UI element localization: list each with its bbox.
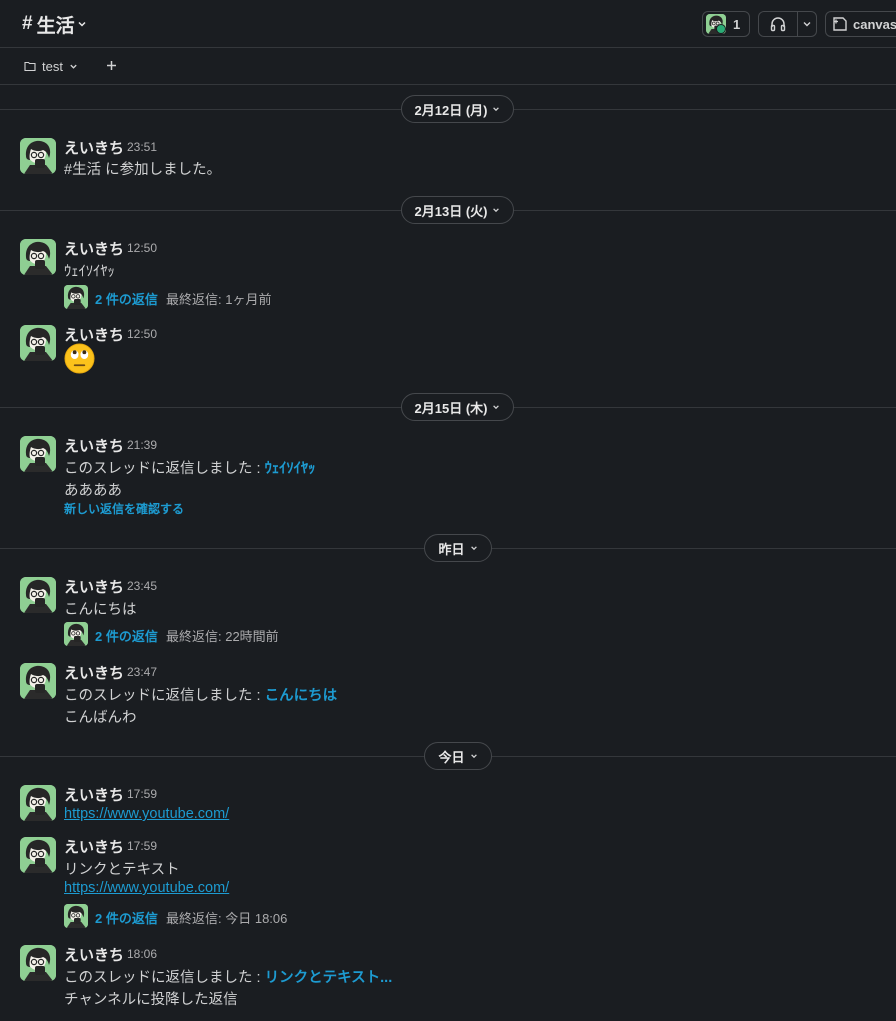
date-pill[interactable]: 今日 — [424, 742, 492, 770]
thread-reply-context: このスレッドに返信しました : リンクとテキスト... — [64, 966, 392, 987]
last-reply-time: 最終返信: 1ヶ月前 — [166, 292, 272, 307]
chevron-down-icon — [493, 107, 500, 112]
add-tab-button[interactable] — [104, 56, 118, 74]
avatar[interactable] — [20, 138, 56, 174]
thread-replies-link[interactable]: 2 件の返信 — [95, 289, 158, 308]
tab-test[interactable]: test — [24, 57, 78, 75]
chevron-down-icon — [470, 754, 477, 759]
eye-roll-emoji-icon — [64, 343, 95, 374]
avatar[interactable] — [20, 436, 56, 472]
chevron-down-icon — [470, 546, 477, 551]
reply-avatar — [64, 622, 88, 646]
date-pill[interactable]: 2月15日 (木) — [401, 393, 514, 421]
channel-title-button[interactable]: # 生活 — [22, 12, 87, 37]
sender-name[interactable]: えいきち — [64, 576, 124, 597]
timestamp[interactable]: 23:47 — [127, 665, 157, 679]
member-count: 1 — [733, 16, 741, 32]
timestamp[interactable]: 17:59 — [127, 839, 157, 853]
timestamp[interactable]: 23:51 — [127, 140, 157, 154]
channel-header: # 生活 1 canvas — [0, 0, 896, 48]
thread-reply-prefix: このスレッドに返信しました : — [64, 461, 261, 477]
channel-hash: # — [22, 13, 33, 34]
avatar[interactable] — [20, 325, 56, 361]
message-text: ああああ — [64, 483, 122, 499]
canvas-label: canvas — [853, 16, 896, 32]
message-text: こんばんわ — [64, 710, 137, 726]
last-reply-time: 最終返信: 22時間前 — [166, 629, 279, 644]
sender-name[interactable]: えいきち — [64, 944, 124, 965]
channel-name: 生活 — [36, 15, 75, 37]
avatar[interactable] — [20, 785, 56, 821]
reply-avatar — [64, 904, 88, 928]
message-text: #生活 に参加しました。 — [64, 162, 222, 178]
sender-name[interactable]: えいきち — [64, 324, 124, 345]
timestamp[interactable]: 12:50 — [127, 327, 157, 341]
tab-test-label: test — [42, 58, 63, 74]
canvas-icon — [833, 17, 847, 31]
message-text: こんにちは — [64, 602, 137, 618]
plus-icon — [106, 60, 116, 70]
sender-name[interactable]: えいきち — [64, 435, 124, 456]
reply-avatar — [64, 285, 88, 309]
timestamp[interactable]: 12:50 — [127, 241, 157, 255]
folder-icon — [24, 61, 36, 72]
parent-thread-link[interactable]: ｳｪｲｿｲﾔｯ — [265, 461, 316, 477]
parent-thread-link[interactable]: リンクとテキスト... — [265, 970, 393, 986]
sender-name[interactable]: えいきち — [64, 137, 124, 158]
avatar[interactable] — [20, 837, 56, 873]
date-pill[interactable]: 2月12日 (月) — [401, 95, 514, 123]
timestamp[interactable]: 17:59 — [127, 787, 157, 801]
huddle-options-button[interactable] — [798, 19, 816, 29]
chevron-down-icon — [493, 405, 500, 410]
sender-name[interactable]: えいきち — [64, 784, 124, 805]
date-pill[interactable]: 昨日 — [424, 534, 492, 562]
timestamp[interactable]: 23:45 — [127, 579, 157, 593]
chevron-down-icon — [78, 21, 86, 27]
thread-replies-link[interactable]: 2 件の返信 — [95, 626, 158, 645]
last-reply-time: 最終返信: 今日 18:06 — [166, 911, 288, 926]
sender-name[interactable]: えいきち — [64, 662, 124, 683]
url-link[interactable]: https://www.youtube.com/ — [64, 806, 229, 822]
member-avatar — [706, 14, 726, 34]
thread-reply-context: このスレッドに返信しました : こんにちは — [64, 684, 337, 705]
sender-name[interactable]: えいきち — [64, 836, 124, 857]
message-text: チャンネルに投降した返信 — [64, 992, 238, 1008]
thread-reply-prefix: このスレッドに返信しました : — [64, 970, 261, 986]
message-text: ｳｪｲｿｲﾔｯ — [64, 264, 115, 280]
chevron-down-icon — [803, 22, 811, 27]
avatar[interactable] — [20, 577, 56, 613]
thread-replies-link[interactable]: 2 件の返信 — [95, 908, 158, 927]
date-label: 2月12日 (月) — [414, 102, 488, 118]
huddle-button[interactable] — [758, 11, 817, 37]
headphones-button[interactable] — [759, 12, 798, 36]
timestamp[interactable]: 21:39 — [127, 438, 157, 452]
members-button[interactable]: 1 — [702, 11, 750, 37]
timestamp[interactable]: 18:06 — [127, 947, 157, 961]
chevron-down-icon — [70, 64, 77, 69]
canvas-button[interactable]: canvas — [825, 11, 896, 37]
date-label: 昨日 — [438, 541, 465, 557]
view-new-replies-link[interactable]: 新しい返信を確認する — [64, 500, 184, 517]
message-text: リンクとテキスト — [64, 862, 180, 878]
url-link[interactable]: https://www.youtube.com/ — [64, 880, 229, 896]
date-label: 今日 — [438, 749, 465, 765]
avatar[interactable] — [20, 239, 56, 275]
avatar[interactable] — [20, 945, 56, 981]
date-label: 2月13日 (火) — [414, 203, 488, 219]
parent-thread-link[interactable]: こんにちは — [265, 688, 338, 704]
chevron-down-icon — [493, 208, 500, 213]
channel-tabs-bar: test — [0, 48, 896, 85]
date-pill[interactable]: 2月13日 (火) — [401, 196, 514, 224]
headphones-icon — [770, 17, 786, 32]
sender-name[interactable]: えいきち — [64, 238, 124, 259]
thread-reply-prefix: このスレッドに返信しました : — [64, 688, 261, 704]
date-label: 2月15日 (木) — [414, 400, 488, 416]
avatar[interactable] — [20, 663, 56, 699]
thread-reply-context: このスレッドに返信しました : ｳｪｲｿｲﾔｯ — [64, 457, 315, 478]
